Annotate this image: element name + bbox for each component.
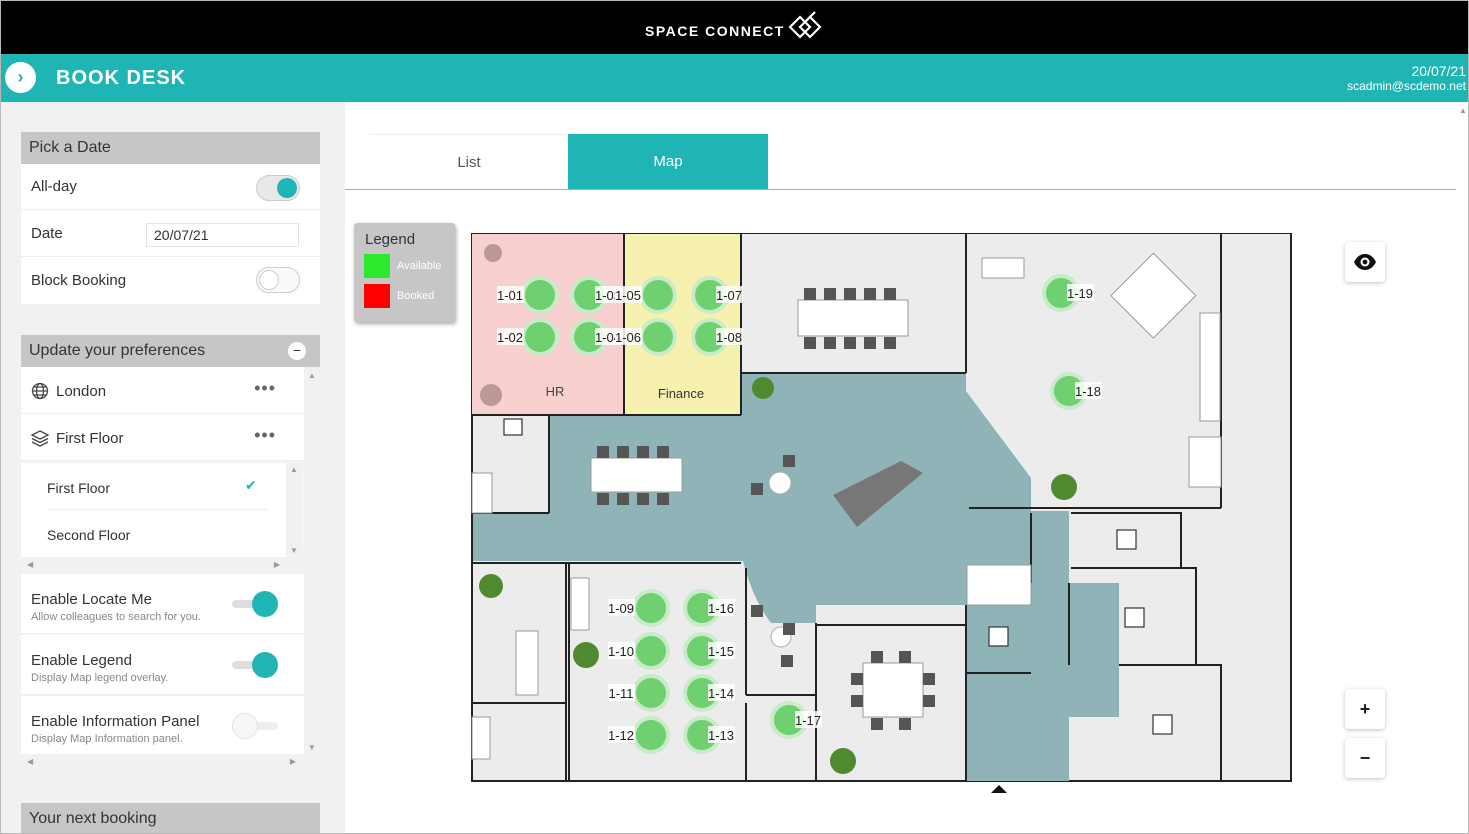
tab-map[interactable]: Map <box>568 134 768 189</box>
locate-me-row: Enable Locate Me Allow colleagues to sea… <box>21 574 304 634</box>
sidebar-toggle-button[interactable]: › <box>5 62 36 93</box>
desk-label: 1-18 <box>1075 384 1101 399</box>
desk-label: 1-19 <box>1067 286 1093 301</box>
desk-label: 1-16 <box>708 601 734 616</box>
floor-row[interactable]: First Floor ••• <box>21 414 304 461</box>
all-day-label: All-day <box>31 178 77 195</box>
page-header: › BOOK DESK 20/07/21 scadmin@scdemo.net <box>1 54 1468 102</box>
block-booking-toggle[interactable] <box>256 267 300 293</box>
desk-label: 1-14 <box>708 686 734 701</box>
top-bar: SPACE CONNECT <box>1 1 1468 54</box>
pick-date-header: Pick a Date <box>21 132 320 164</box>
all-day-toggle[interactable] <box>256 175 300 201</box>
main-scrollbar[interactable]: ▲ <box>1456 102 1468 833</box>
header-user-email[interactable]: scadmin@scdemo.net <box>1347 79 1466 93</box>
chevron-right-icon: › <box>17 67 24 87</box>
legend-title: Legend <box>365 231 416 248</box>
toggle-visibility-button[interactable] <box>1345 242 1385 282</box>
location-label: London <box>56 383 107 400</box>
info-panel-title: Enable Information Panel <box>31 713 200 730</box>
info-panel-subtitle: Display Map Information panel. <box>31 733 183 745</box>
checkmark-icon: ✔ <box>245 477 257 493</box>
preferences-panel: London ••• First Floor ••• First Floor ✔… <box>21 367 320 770</box>
globe-icon <box>31 382 49 400</box>
all-day-row: All-day <box>21 164 320 210</box>
tab-divider <box>345 189 1457 190</box>
map-legend: Legend Available Booked <box>354 223 455 322</box>
desk-label: 1-02 <box>497 330 523 345</box>
legend-toggle[interactable] <box>252 652 278 678</box>
floor-option-second[interactable]: Second Floor <box>21 510 286 557</box>
floor-label: First Floor <box>56 430 124 447</box>
legend-option-title: Enable Legend <box>31 652 132 669</box>
page-title: BOOK DESK <box>56 67 187 89</box>
app-window: SPACE CONNECT › BOOK DESK 20/07/21 scadm… <box>0 0 1469 834</box>
zoom-out-button[interactable]: − <box>1345 738 1385 778</box>
more-options-icon[interactable]: ••• <box>254 425 276 446</box>
desk-label: 1-12 <box>608 728 634 743</box>
preferences-header: Update your preferences − <box>21 335 320 367</box>
floor-option-label: First Floor <box>47 480 110 496</box>
desk-label: 1-07 <box>716 288 742 303</box>
location-row[interactable]: London ••• <box>21 367 304 414</box>
desk-label: 1-13 <box>708 728 734 743</box>
date-label: Date <box>31 225 63 242</box>
brand-name: SPACE CONNECT <box>645 23 785 39</box>
block-booking-row: Block Booking <box>21 258 320 304</box>
next-booking-header[interactable]: Your next booking <box>21 803 320 833</box>
block-booking-label: Block Booking <box>31 272 127 289</box>
floor-option-first[interactable]: First Floor ✔ <box>21 463 286 510</box>
locate-me-title: Enable Locate Me <box>31 591 152 608</box>
legend-booked-label: Booked <box>397 290 435 302</box>
legend-booked-swatch <box>364 284 390 308</box>
layers-icon <box>31 430 49 447</box>
legend-option-subtitle: Display Map legend overlay. <box>31 672 169 684</box>
desk-label: 1-10 <box>608 644 634 659</box>
info-panel-row: Enable Information Panel Display Map Inf… <box>21 696 304 756</box>
desk-label: 1-17 <box>795 713 821 728</box>
tab-list[interactable]: List <box>369 134 569 189</box>
desk-label: 1-06 <box>615 330 641 345</box>
desk-label: 1-05 <box>615 288 641 303</box>
zoom-in-button[interactable]: + <box>1345 689 1385 729</box>
collapse-icon[interactable]: − <box>288 342 306 360</box>
hr-zone-label: HR <box>546 384 565 399</box>
preferences-scrollbar[interactable]: ▲ ▼ <box>304 367 320 754</box>
info-panel-toggle[interactable] <box>232 713 258 739</box>
date-row: Date 20/07/21 <box>21 211 320 257</box>
sidebar: Pick a Date All-day Date 20/07/21 Block … <box>1 102 345 833</box>
header-date: 20/07/21 <box>1411 63 1467 79</box>
preferences-title: Update your preferences <box>29 342 206 359</box>
legend-available-label: Available <box>397 260 442 272</box>
floor-list-hscrollbar[interactable]: ◀ ▶ <box>21 557 304 573</box>
locate-me-toggle[interactable] <box>252 591 278 617</box>
more-options-icon[interactable]: ••• <box>254 378 276 399</box>
floor-list-scrollbar[interactable]: ▲ ▼ <box>286 463 302 557</box>
desk-label: 1-15 <box>708 644 734 659</box>
floor-option-label: Second Floor <box>47 527 131 543</box>
space-connect-logo-icon <box>788 11 822 39</box>
floor-plan[interactable]: HR Finance 1-011-021-031-041-051-061-071… <box>471 233 1293 793</box>
desk-label: 1-09 <box>608 601 634 616</box>
pick-date-panel: All-day Date 20/07/21 Block Booking <box>21 164 320 304</box>
finance-zone-label: Finance <box>658 386 704 401</box>
eye-icon <box>1354 254 1376 270</box>
legend-option-row: Enable Legend Display Map legend overlay… <box>21 635 304 695</box>
desk-label: 1-11 <box>608 686 633 701</box>
legend-available-swatch <box>364 254 390 278</box>
desk-label: 1-01 <box>497 288 523 303</box>
desk-label: 1-08 <box>716 330 742 345</box>
date-field[interactable]: 20/07/21 <box>146 223 299 247</box>
preferences-hscrollbar[interactable]: ◀ ▶ <box>21 754 320 770</box>
locate-me-subtitle: Allow colleagues to search for you. <box>31 611 201 623</box>
